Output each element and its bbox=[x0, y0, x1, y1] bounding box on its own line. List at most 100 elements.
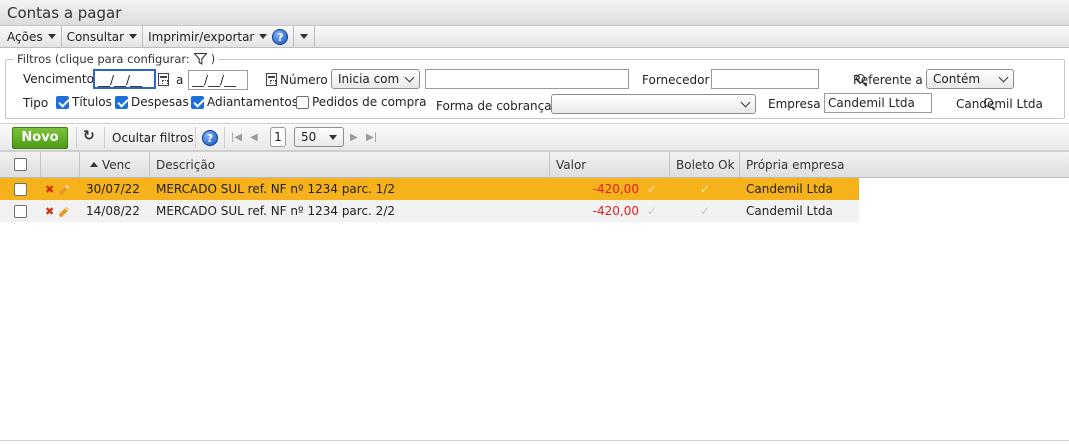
header-descricao[interactable]: Descrição bbox=[150, 152, 550, 178]
novo-button[interactable]: Novo bbox=[12, 127, 68, 149]
filters-legend[interactable]: Filtros (clique para configurar: ) bbox=[14, 52, 219, 66]
chevron-down-icon bbox=[998, 72, 1009, 82]
between-label: a bbox=[176, 73, 184, 87]
referente-label: Referente a bbox=[853, 73, 923, 87]
numero-label: Número bbox=[280, 73, 328, 87]
menu-imprimir-exportar[interactable]: Imprimir/exportar ? bbox=[143, 26, 295, 47]
grid-toolbar: Novo ↻ Ocultar filtros ? |◀ ◀ 1 50 ▶ ▶| bbox=[0, 123, 1069, 151]
divider bbox=[76, 127, 77, 148]
page-size-value: 50 bbox=[301, 130, 317, 144]
caret-down-icon bbox=[329, 134, 337, 140]
caret-down-icon bbox=[300, 34, 309, 39]
delete-icon[interactable]: ✖ bbox=[45, 183, 54, 196]
window-title: Contas a pagar bbox=[0, 0, 1069, 26]
checkbox-adiantamentos[interactable] bbox=[191, 95, 204, 109]
calendar-icon[interactable] bbox=[265, 73, 277, 86]
tipo-label: Tipo bbox=[23, 96, 49, 110]
cell-venc: 14/08/22 bbox=[86, 204, 140, 218]
menu-imprimir-label: Imprimir/exportar bbox=[148, 29, 255, 44]
tipo-pedidos[interactable]: Pedidos de compra bbox=[296, 95, 427, 109]
empresa-display: Candemil Ltda bbox=[956, 97, 1043, 111]
delete-icon[interactable]: ✖ bbox=[45, 205, 54, 218]
chevron-down-icon bbox=[740, 97, 751, 107]
chevron-down-icon bbox=[404, 72, 415, 82]
divider bbox=[224, 127, 225, 148]
header-venc[interactable]: Venc bbox=[80, 152, 150, 178]
tipo-adiantamentos[interactable]: Adiantamentos bbox=[191, 95, 298, 109]
titulos-label: Títulos bbox=[72, 95, 112, 109]
vencimento-label: Vencimento bbox=[23, 72, 94, 86]
page-size-select[interactable]: 50 bbox=[294, 127, 344, 147]
numero-mode-value: Inicia com bbox=[338, 72, 400, 86]
header-propria-empresa[interactable]: Própria empresa bbox=[740, 152, 1069, 178]
cell-propria-empresa: Candemil Ltda bbox=[746, 182, 833, 196]
numero-input[interactable] bbox=[425, 69, 629, 89]
cell-descricao: MERCADO SUL ref. NF nº 1234 parc. 1/2 bbox=[156, 182, 395, 196]
help-icon[interactable]: ? bbox=[202, 130, 218, 146]
caret-down-icon bbox=[47, 34, 56, 39]
tipo-titulos[interactable]: Títulos bbox=[56, 95, 112, 109]
header-venc-label: Venc bbox=[102, 158, 131, 172]
check-icon: ✓ bbox=[699, 182, 711, 196]
checkbox-pedidos-compra[interactable] bbox=[296, 95, 309, 109]
select-all-cell[interactable] bbox=[0, 152, 41, 178]
caret-down-icon bbox=[259, 34, 268, 39]
header-boleto-ok[interactable]: Boleto Ok bbox=[670, 152, 740, 178]
cell-boleto-ok: ✓ bbox=[670, 178, 740, 200]
referente-mode-select[interactable]: Contém bbox=[926, 69, 1014, 89]
checkbox-despesas[interactable] bbox=[115, 95, 128, 109]
row-actions: ✖ bbox=[41, 178, 80, 200]
check-icon: ✓ bbox=[699, 204, 711, 218]
fornecedor-input[interactable] bbox=[711, 69, 819, 89]
filters-legend-close: ) bbox=[210, 52, 216, 66]
forma-cobranca-select[interactable] bbox=[551, 94, 756, 114]
date-to-input[interactable]: __/__/__ bbox=[188, 70, 248, 90]
cell-descricao: MERCADO SUL ref. NF nº 1234 parc. 2/2 bbox=[156, 204, 395, 218]
row-checkbox[interactable] bbox=[14, 183, 27, 196]
prev-page-icon[interactable]: ◀ bbox=[250, 132, 258, 143]
valor-check: ✓ bbox=[645, 178, 670, 200]
menu-help-dropdown[interactable] bbox=[294, 26, 316, 47]
valor-check: ✓ bbox=[645, 200, 670, 222]
first-page-icon[interactable]: |◀ bbox=[231, 132, 242, 143]
edit-icon[interactable] bbox=[58, 205, 70, 218]
fornecedor-label: Fornecedor bbox=[642, 73, 710, 87]
menu-acoes-label: Ações bbox=[7, 29, 43, 44]
refresh-icon[interactable]: ↻ bbox=[83, 128, 95, 144]
tipo-despesas[interactable]: Despesas bbox=[115, 95, 189, 109]
checkbox-titulos[interactable] bbox=[56, 95, 69, 109]
numero-mode-select[interactable]: Inicia com bbox=[331, 69, 420, 89]
edit-icon[interactable] bbox=[58, 183, 70, 196]
check-icon: ✓ bbox=[647, 182, 658, 196]
caret-down-icon bbox=[129, 34, 138, 39]
filter-icon[interactable] bbox=[193, 53, 207, 65]
row-select-cell[interactable] bbox=[0, 200, 41, 222]
date-from-input[interactable]: __/__/__ bbox=[93, 69, 156, 89]
table-row[interactable]: ✖ 14/08/22 MERCADO SUL ref. NF nº 1234 p… bbox=[0, 200, 859, 222]
row-select-cell[interactable] bbox=[0, 178, 41, 200]
divider bbox=[104, 127, 105, 148]
actions-header bbox=[41, 152, 80, 178]
grid-bottom-border bbox=[0, 440, 1069, 441]
menu-consultar[interactable]: Consultar bbox=[62, 26, 144, 47]
empresa-input[interactable]: Candemil Ltda bbox=[824, 93, 932, 113]
menu-consultar-label: Consultar bbox=[66, 29, 125, 44]
next-page-icon[interactable]: ▶ bbox=[350, 132, 358, 143]
last-page-icon[interactable]: ▶| bbox=[366, 132, 377, 143]
calendar-icon[interactable] bbox=[158, 73, 169, 86]
forma-cobranca-label: Forma de cobrança bbox=[436, 99, 552, 113]
referente-mode-value: Contém bbox=[933, 72, 981, 86]
page-number-input[interactable]: 1 bbox=[270, 127, 286, 147]
cell-valor: -420,00 bbox=[592, 182, 639, 196]
row-checkbox[interactable] bbox=[14, 205, 27, 218]
despesas-label: Despesas bbox=[131, 95, 189, 109]
menu-acoes[interactable]: Ações bbox=[2, 26, 62, 47]
header-valor[interactable]: Valor bbox=[550, 152, 670, 178]
select-all-checkbox[interactable] bbox=[14, 158, 27, 171]
row-actions: ✖ bbox=[41, 200, 80, 222]
filters-panel: Filtros (clique para configurar: ) Venci… bbox=[5, 52, 1065, 119]
ocultar-filtros-button[interactable]: Ocultar filtros bbox=[112, 131, 194, 145]
help-icon[interactable]: ? bbox=[272, 28, 289, 45]
cell-valor: -420,00 bbox=[592, 204, 639, 218]
table-row[interactable]: ✖ 30/07/22 MERCADO SUL ref. NF nº 1234 p… bbox=[0, 178, 859, 200]
